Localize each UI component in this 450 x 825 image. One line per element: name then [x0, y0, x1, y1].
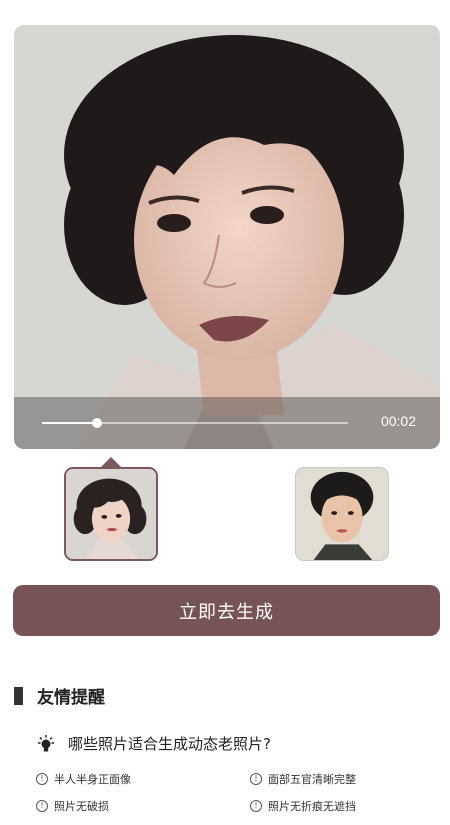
thumbnail-portrait-2[interactable]	[295, 467, 389, 561]
tip-item: ! 照片无破损	[36, 798, 109, 814]
info-circle-icon: !	[36, 773, 48, 785]
section-marker	[14, 686, 23, 705]
tip-text: 半人半身正面像	[54, 773, 131, 786]
player-controls: 00:02	[14, 397, 440, 449]
progress-fill	[42, 422, 98, 424]
tip-text: 面部五官清晰完整	[268, 773, 356, 786]
tip-item: ! 照片无折痕无遮挡	[250, 798, 356, 814]
preview-portrait-image	[14, 25, 440, 449]
thumbnail-image-1	[66, 469, 156, 559]
tips-question: 哪些照片适合生成动态老照片?	[36, 733, 271, 754]
generate-button[interactable]: 立即去生成	[13, 585, 440, 636]
tip-text: 照片无破损	[54, 800, 109, 813]
info-circle-icon: !	[250, 773, 262, 785]
lightbulb-icon	[38, 734, 54, 751]
progress-track[interactable]	[42, 418, 348, 428]
thumbnail-image-2	[296, 468, 388, 560]
info-circle-icon: !	[250, 800, 262, 812]
tip-item: ! 半人半身正面像	[36, 771, 131, 787]
section-header: 友情提醒	[14, 683, 105, 708]
page: 00:02 立即去生成 友情提醒 哪些照片适合生成动态老照片? ! 半人半身正面…	[0, 0, 450, 825]
section-title: 友情提醒	[37, 688, 105, 708]
thumbnail-portrait-1[interactable]	[64, 467, 158, 561]
info-circle-icon: !	[36, 800, 48, 812]
progress-knob[interactable]	[92, 418, 103, 428]
tip-item: ! 面部五官清晰完整	[250, 771, 356, 787]
time-label: 00:02	[380, 413, 416, 429]
tip-text: 照片无折痕无遮挡	[268, 800, 356, 813]
video-preview[interactable]: 00:02	[14, 25, 440, 449]
question-text: 哪些照片适合生成动态老照片?	[68, 735, 271, 753]
